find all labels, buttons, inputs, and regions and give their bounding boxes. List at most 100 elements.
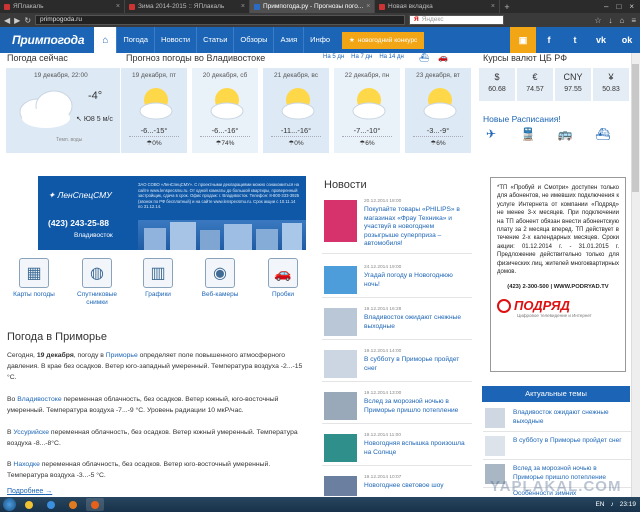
schedules-title[interactable]: Новые Расписания! [483, 114, 561, 124]
link-nakhodka[interactable]: Находке [13, 461, 39, 468]
divider [271, 136, 321, 137]
quick-link-webcams[interactable]: ◉ Веб-камеры [194, 258, 246, 299]
forecast-day[interactable]: 22 декабря, пн -7...-10° ☂6% [334, 68, 400, 153]
topic-thumbnail [485, 408, 505, 428]
read-more-link[interactable]: Подробнее → [7, 488, 52, 495]
reload-icon[interactable]: ↻ [24, 16, 31, 25]
forecast-day-precip: ☂6% [430, 140, 446, 147]
menu-item-news[interactable]: Новости [154, 27, 196, 53]
menu-item-weather[interactable]: Погода [116, 27, 154, 53]
news-title: Новости [324, 179, 367, 191]
globe-icon: ◍ [90, 265, 104, 282]
close-icon[interactable]: × [491, 3, 495, 10]
chat-icon[interactable]: ▣ [510, 27, 536, 53]
currency-usd: $60.68 [479, 68, 515, 101]
home-icon[interactable]: ⌂ [94, 27, 117, 53]
menu-icon[interactable]: ≡ [631, 16, 636, 25]
forecast-day-date: 20 декабря, сб [202, 72, 248, 79]
keyboard-language[interactable]: EN [595, 501, 604, 508]
forecast-range-7[interactable]: На 7 дн [351, 54, 372, 60]
scrollbar-thumb[interactable] [632, 64, 639, 192]
news-item[interactable]: 19.12.2014 14:00 В субботу в Приморье пр… [322, 346, 472, 382]
current-weather-card: 19 декабря, 22:00 -4° ↖ Ю8 5 м/с Темп. в… [6, 68, 120, 153]
quick-link-weather-maps[interactable]: ▦ Карты погоды [8, 258, 60, 299]
close-window-icon[interactable]: × [629, 2, 634, 11]
link-ussuriysk[interactable]: Уссурийске [13, 429, 49, 436]
browser-tab[interactable]: Новая вкладка × [375, 0, 500, 13]
news-item[interactable]: 20.12.2014 18:00 Покупайте товары «PHILI… [322, 196, 472, 254]
taskbar-explorer[interactable] [20, 498, 38, 511]
advertisement-banner[interactable]: ✦ ЛенСпецСМУ (423) 243-25-88 Владивосток… [38, 176, 306, 250]
forward-icon[interactable]: ▶ [14, 16, 20, 25]
menu-item-info[interactable]: Инфо [303, 27, 336, 53]
topic-item[interactable]: В субботу в Приморье пройдет снег [483, 432, 631, 460]
download-icon[interactable]: ↓ [608, 16, 612, 25]
browser-tab[interactable]: ЯПлакаль × [0, 0, 125, 13]
folder-icon [25, 500, 33, 509]
menu-item-reviews[interactable]: Обзоры [233, 27, 273, 53]
twitter-icon[interactable]: t [562, 27, 588, 53]
close-icon[interactable]: × [241, 3, 245, 10]
odnoklassniki-icon[interactable]: ok [614, 27, 640, 53]
news-item[interactable]: 24.12.2014 19:00 Угадай погоду в Новогод… [322, 262, 472, 298]
search-input[interactable]: Я Яндекс [409, 15, 505, 25]
close-icon[interactable]: × [366, 3, 370, 10]
menu-item-asia[interactable]: Азия [273, 27, 303, 53]
quick-link-satellite[interactable]: ◍ Спутниковые снимки [71, 258, 123, 306]
ad-phone: (423) 2-300-500 | WWW.PODRYAD.TV [507, 284, 609, 291]
site-favicon [379, 3, 385, 10]
link-primorye[interactable]: Приморье [106, 352, 138, 359]
yandex-icon: Я [414, 16, 419, 23]
minimize-icon[interactable]: – [604, 2, 608, 11]
train-icon[interactable]: 🚆 [520, 127, 536, 141]
contest-button[interactable]: ★ новогодний конкурс [342, 31, 425, 49]
forecast-day-precip: ☂0% [146, 140, 162, 147]
forecast-day[interactable]: 19 декабря, пт -6...-15° ☂0% [121, 68, 187, 153]
provider-advertisement[interactable]: *ТП «Пробуй и Смотри» доступен только дл… [490, 177, 626, 372]
close-icon[interactable]: × [116, 3, 120, 10]
taskbar-ie[interactable] [42, 498, 60, 511]
topic-item[interactable]: Владивосток ожидают снежные выходные [483, 404, 631, 432]
facebook-icon[interactable]: f [536, 27, 562, 53]
home-icon[interactable]: ⌂ [619, 16, 624, 25]
plane-icon[interactable]: ✈ [483, 127, 499, 141]
news-item[interactable]: 19.12.2014 13:00 Вслед за морозной ночью… [322, 388, 472, 424]
volume-icon[interactable]: ♪ [610, 501, 613, 508]
car-icon[interactable]: 🚗 [438, 53, 448, 62]
link-vladivostok[interactable]: Владивостоке [17, 396, 61, 403]
wind-arrow-icon: ↖ [76, 116, 82, 123]
news-item[interactable]: 19.12.2014 10:07 Новогоднее световое шоу [322, 472, 472, 496]
ship-icon[interactable]: ⛴ [419, 53, 429, 62]
address-bar[interactable]: primpogoda.ru [35, 15, 406, 25]
clock[interactable]: 23:19 [620, 501, 636, 508]
quick-link-traffic[interactable]: 🚗 Пробки [257, 258, 309, 299]
ship-icon[interactable]: ⛴ [595, 127, 611, 141]
browser-tab[interactable]: Зима 2014-2015 :: ЯПлакаль × [125, 0, 250, 13]
taskbar-media[interactable] [64, 498, 82, 511]
vk-icon[interactable]: vk [588, 27, 614, 53]
watermark: YAPLAKAL.COM [490, 478, 622, 495]
forecast-day[interactable]: 21 декабря, вс -11...-16° ☂0% [263, 68, 329, 153]
maximize-icon[interactable]: □ [616, 2, 621, 11]
taskbar-firefox[interactable] [86, 498, 104, 511]
forecast-day-range: -7...-10° [353, 126, 381, 135]
news-item[interactable]: 19.12.2014 16:28 Владивосток ожидают сне… [322, 304, 472, 340]
bookmark-icon[interactable]: ☆ [594, 16, 601, 25]
site-logo[interactable]: Примпогода [0, 33, 94, 47]
forecast-range-5[interactable]: На 5 дн [323, 54, 344, 60]
quick-link-charts[interactable]: ▥ Графики [132, 258, 184, 299]
forecast-day[interactable]: 20 декабря, сб -6...-16° ☂74% [192, 68, 258, 153]
browser-tab-active[interactable]: Примпогода.ру - Прогнозы пого... × [250, 0, 375, 13]
cloudy-icon [19, 90, 73, 128]
news-item[interactable]: 19.12.2014 11:00 Новогодняя вспышка прои… [322, 430, 472, 466]
forecast-range-14[interactable]: На 14 дн [379, 54, 404, 60]
forecast-day-precip: ☂74% [215, 140, 235, 147]
forecast-day[interactable]: 23 декабря, вт -3...-9° ☂6% [405, 68, 471, 153]
new-tab-button[interactable]: + [500, 0, 514, 13]
forecast-day-date: 23 декабря, вт [416, 72, 460, 79]
back-icon[interactable]: ◀ [4, 16, 10, 25]
bus-icon[interactable]: 🚌 [557, 127, 573, 141]
news-thumbnail [324, 434, 357, 462]
start-button[interactable] [3, 498, 16, 511]
menu-item-articles[interactable]: Статьи [196, 27, 233, 53]
